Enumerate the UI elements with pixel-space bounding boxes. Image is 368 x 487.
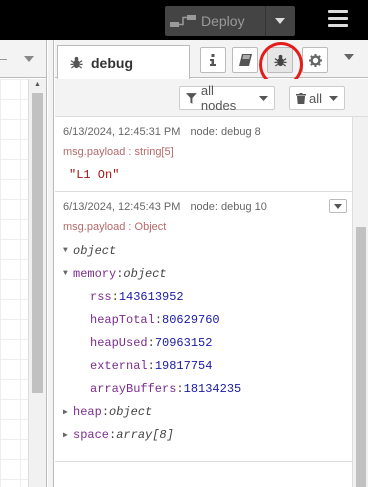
tree-row-field[interactable]: rss: 143613952	[63, 285, 344, 308]
collapsed-arrow-icon: ▶	[63, 407, 68, 417]
tree-row-field[interactable]: arrayBuffers: 18134235	[63, 377, 344, 400]
clear-messages-label: all	[309, 90, 323, 106]
tree-row-memory[interactable]: ▼ memory: object	[63, 262, 344, 285]
scrollbar-thumb[interactable]	[32, 93, 43, 393]
message-timestamp: 6/13/2024, 12:45:43 PM	[63, 201, 181, 213]
book-icon	[238, 54, 252, 66]
trash-icon	[296, 92, 306, 104]
collapsed-arrow-icon: ▶	[63, 430, 68, 440]
clear-messages-button[interactable]: all	[289, 86, 345, 110]
payload-value: "L1 On"	[69, 168, 120, 182]
message-node-link[interactable]: node: debug 10	[190, 201, 266, 213]
root-type: object	[73, 243, 117, 258]
tree-type: object	[123, 266, 167, 281]
tree-value: 18134235	[183, 381, 242, 396]
message-meta: 6/13/2024, 12:45:31 PM node: debug 8	[63, 126, 344, 138]
object-tree: ▼ object ▼ memory: object rss: 143613952…	[63, 239, 344, 446]
payload-type[interactable]: msg.payload : string[5]	[63, 146, 344, 158]
tree-key: memory	[73, 266, 117, 281]
help-button[interactable]	[232, 47, 258, 73]
caret-down-icon[interactable]	[344, 54, 354, 60]
debug-message-list: 6/13/2024, 12:45:31 PM node: debug 8 msg…	[55, 117, 352, 487]
caret-down-icon[interactable]	[24, 56, 34, 62]
debug-toolbar: all nodes all	[55, 79, 368, 117]
sidebar-separator[interactable]	[48, 40, 54, 487]
tree-row-field[interactable]: heapTotal: 80629760	[63, 308, 344, 331]
tree-type: array[8]	[116, 427, 174, 442]
tree-value: 143613952	[118, 289, 184, 304]
caret-down-icon	[259, 95, 269, 101]
debug-message: 6/13/2024, 12:45:43 PM node: debug 10 ms…	[55, 192, 352, 462]
workspace-canvas[interactable]	[0, 79, 28, 487]
filter-nodes-label: all nodes	[200, 83, 237, 113]
workspace-pane: ▲	[0, 40, 47, 487]
info-button[interactable]	[200, 47, 226, 73]
caret-down-icon	[334, 203, 342, 209]
message-timestamp: 6/13/2024, 12:45:31 PM	[63, 126, 181, 138]
sidebar: debug all nodes all 6/13/2024, 12:45:31 …	[55, 40, 368, 487]
filter-nodes-button[interactable]: all nodes	[179, 83, 275, 113]
tab-debug[interactable]: debug	[57, 45, 190, 79]
info-icon	[210, 54, 216, 66]
expanded-arrow-icon: ▼	[63, 246, 68, 255]
config-nodes-button[interactable]	[302, 47, 328, 73]
caret-down-icon	[329, 95, 339, 101]
debug-message: 6/13/2024, 12:45:31 PM node: debug 8 msg…	[55, 117, 352, 192]
tree-value: 70963152	[154, 335, 213, 350]
sidebar-tabbar: debug	[55, 40, 368, 87]
deploy-icon	[165, 6, 201, 36]
scrollbar-thumb[interactable]	[356, 227, 366, 487]
tree-value: 19817754	[154, 358, 213, 373]
tree-key: external	[90, 358, 148, 373]
tree-key: arrayBuffers	[90, 381, 177, 396]
deploy-button[interactable]: Deploy	[165, 6, 295, 36]
tab-debug-label: debug	[91, 54, 133, 71]
message-node-link[interactable]: node: debug 8	[190, 126, 260, 138]
scroll-up-icon[interactable]: ▲	[34, 81, 41, 88]
tree-root-row[interactable]: ▼ object	[63, 239, 344, 262]
tree-row-space[interactable]: ▶ space: array[8]	[63, 423, 344, 446]
tree-key: rss	[90, 289, 112, 304]
deploy-label: Deploy	[201, 13, 245, 29]
filter-icon	[186, 92, 197, 104]
tree-row-heap[interactable]: ▶ heap: object	[63, 400, 344, 423]
gear-icon	[308, 53, 322, 67]
app-header: Deploy	[0, 0, 368, 40]
debug-scrollbar[interactable]	[352, 117, 368, 487]
tree-value: 80629760	[162, 312, 220, 327]
message-options-button[interactable]	[329, 199, 347, 213]
workspace-scrollbar[interactable]: ▲	[28, 79, 46, 487]
workspace-tabbar	[0, 40, 46, 78]
caret-down-icon[interactable]	[265, 6, 293, 36]
tree-key: heap	[73, 404, 102, 419]
tree-row-field[interactable]: heapUsed: 70963152	[63, 331, 344, 354]
message-meta: 6/13/2024, 12:45:43 PM node: debug 10	[63, 201, 344, 213]
tree-type: object	[109, 404, 153, 419]
tree-key: heapTotal	[90, 312, 155, 327]
hamburger-menu-icon[interactable]	[328, 10, 348, 30]
bug-icon	[70, 56, 83, 69]
tree-key: heapUsed	[90, 335, 148, 350]
tree-row-field[interactable]: external: 19817754	[63, 354, 344, 377]
payload-type[interactable]: msg.payload : Object	[63, 221, 344, 233]
tree-key: space	[73, 427, 110, 442]
expanded-arrow-icon: ▼	[63, 269, 68, 278]
